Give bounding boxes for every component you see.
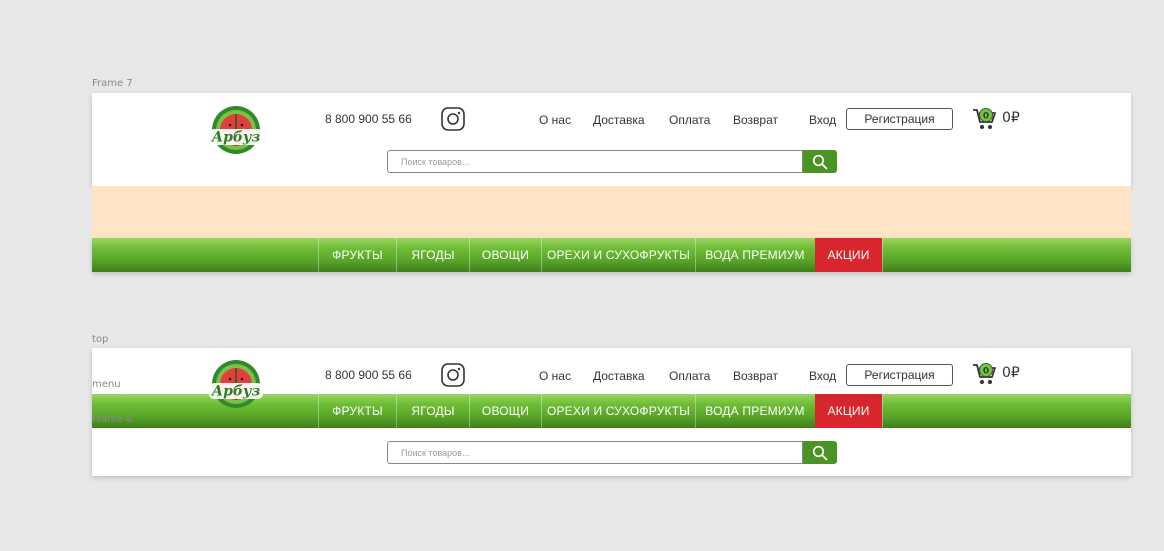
- instagram-icon: [441, 363, 465, 387]
- menu-item-fruits[interactable]: ФРУКТЫ: [319, 394, 396, 428]
- search-button[interactable]: [803, 441, 837, 464]
- cart-icon: 0: [973, 108, 996, 129]
- nav-about[interactable]: О нас: [539, 113, 571, 127]
- search-button[interactable]: [803, 150, 837, 173]
- search-icon: [812, 445, 828, 460]
- nav-return[interactable]: Возврат: [733, 113, 778, 127]
- cart-count: 0: [983, 112, 989, 122]
- menu-item-vegetables[interactable]: ОВОЩИ: [470, 394, 541, 428]
- instagram-icon: [441, 107, 465, 131]
- nav-return[interactable]: Возврат: [733, 369, 778, 383]
- instagram-link[interactable]: [441, 107, 465, 131]
- cart-sum: 0₽: [1002, 110, 1020, 126]
- cart-button[interactable]: 0: [972, 107, 998, 131]
- cart-icon: 0: [973, 363, 996, 384]
- instagram-link[interactable]: [441, 363, 465, 387]
- header-panel-frame7: Арбуз 8 800 900 55 66 О нас Доставка Опл…: [92, 93, 1131, 186]
- menu-item-sale[interactable]: АКЦИИ: [815, 394, 882, 428]
- banner-placeholder: [92, 186, 1131, 238]
- frame-label-frame7: Frame 7: [92, 78, 133, 89]
- search-input[interactable]: Поиск товаров...: [387, 150, 803, 173]
- menu-item-water[interactable]: ВОДА ПРЕМИУМ: [696, 394, 814, 428]
- cart-button[interactable]: 0: [972, 362, 998, 386]
- svg-text:Арбуз: Арбуз: [211, 130, 261, 146]
- search-icon: [812, 154, 828, 169]
- phone-number[interactable]: 8 800 900 55 66: [325, 112, 412, 126]
- login-link[interactable]: Вход: [809, 369, 836, 383]
- menu-item-nuts[interactable]: ОРЕХИ И СУХОФРУКТЫ: [542, 238, 695, 272]
- menu-item-fruits[interactable]: ФРУКТЫ: [319, 238, 396, 272]
- logo-icon: Арбуз: [209, 106, 263, 154]
- logo[interactable]: Арбуз: [203, 357, 269, 413]
- frame-label-menu: menu: [92, 379, 121, 390]
- frame-label-top: top: [92, 334, 109, 345]
- menu-item-nuts[interactable]: ОРЕХИ И СУХОФРУКТЫ: [542, 394, 695, 428]
- register-button[interactable]: Регистрация: [846, 108, 953, 130]
- nav-payment[interactable]: Оплата: [669, 369, 710, 383]
- menu-item-vegetables[interactable]: ОВОЩИ: [470, 238, 541, 272]
- search-input[interactable]: Поиск товаров...: [387, 441, 803, 464]
- cart-sum: 0₽: [1002, 365, 1020, 381]
- menu-item-berries[interactable]: ЯГОДЫ: [397, 238, 469, 272]
- nav-payment[interactable]: Оплата: [669, 113, 710, 127]
- menu-item-berries[interactable]: ЯГОДЫ: [397, 394, 469, 428]
- nav-about[interactable]: О нас: [539, 369, 571, 383]
- nav-delivery[interactable]: Доставка: [593, 113, 645, 127]
- register-button[interactable]: Регистрация: [846, 364, 953, 386]
- logo-icon: Арбуз: [209, 360, 263, 408]
- login-link[interactable]: Вход: [809, 113, 836, 127]
- frame-label-frame6: Frame 6: [92, 414, 133, 425]
- cart-count: 0: [983, 367, 989, 377]
- svg-text:Арбуз: Арбуз: [211, 384, 261, 400]
- menu-item-sale[interactable]: АКЦИИ: [815, 238, 882, 272]
- menu-item-water[interactable]: ВОДА ПРЕМИУМ: [696, 238, 814, 272]
- nav-delivery[interactable]: Доставка: [593, 369, 645, 383]
- phone-number[interactable]: 8 800 900 55 66: [325, 368, 412, 382]
- logo[interactable]: Арбуз: [203, 103, 269, 159]
- category-menu-frame7: ФРУКТЫ ЯГОДЫ ОВОЩИ ОРЕХИ И СУХОФРУКТЫ ВО…: [92, 238, 1131, 272]
